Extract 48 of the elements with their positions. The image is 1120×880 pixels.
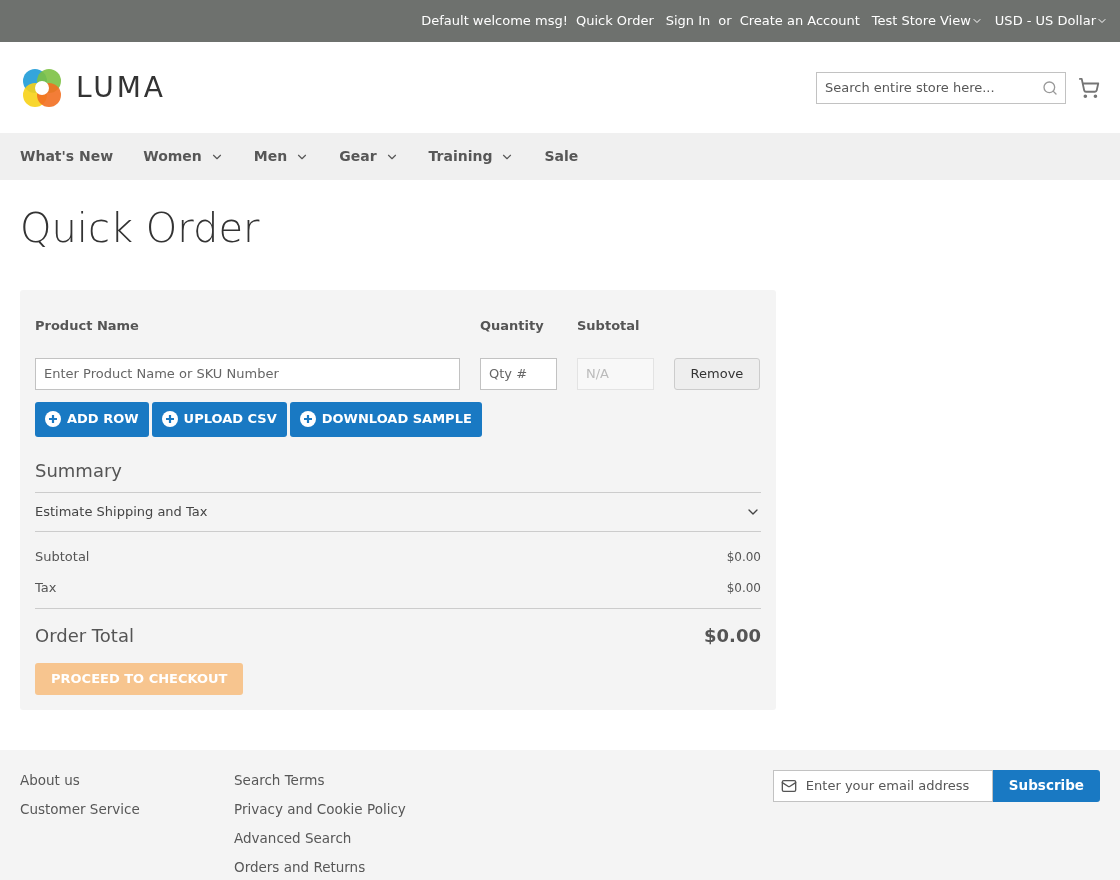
search-icon[interactable] [1042, 79, 1058, 96]
email-field[interactable]: Enter your email address [772, 769, 993, 802]
action-button[interactable]: ADD ROW [35, 401, 149, 437]
column-header: Product Name [35, 317, 140, 335]
total-value: $0.00 [704, 624, 761, 648]
top-link[interactable]: Sign In [665, 11, 711, 31]
total-label: Order Total [35, 624, 134, 648]
nav-item[interactable]: What's New [20, 146, 114, 167]
top-text: or [718, 12, 732, 31]
nav-item[interactable]: Sale [544, 146, 579, 167]
summary-value: $0.00 [726, 549, 761, 566]
footer-link[interactable]: Customer Service [20, 798, 234, 819]
cart-icon[interactable] [1078, 76, 1100, 99]
plus-circle-icon [45, 411, 61, 427]
page-title: Quick Order [19, 204, 261, 253]
top-link[interactable]: Create an Account [739, 11, 860, 31]
summary-label: Subtotal [35, 548, 90, 567]
top-text: Default welcome msg! [421, 12, 568, 31]
estimate-toggle[interactable]: Estimate Shipping and Tax [35, 491, 761, 532]
nav-item[interactable]: Men [253, 146, 310, 167]
action-button[interactable]: UPLOAD CSV [151, 401, 287, 437]
plus-circle-icon [299, 411, 316, 427]
quantity-field[interactable]: Qty # [480, 357, 557, 390]
store-dropdown[interactable]: USD - US Dollar [994, 11, 1108, 31]
top-link[interactable]: Quick Order [575, 11, 654, 31]
mail-icon [780, 777, 797, 794]
product-field[interactable]: Enter Product Name or SKU Number [35, 357, 460, 390]
logo-text: LUMA [76, 69, 166, 106]
remove-button[interactable]: Remove [674, 357, 760, 390]
subscribe-button[interactable]: Subscribe [992, 769, 1100, 802]
footer-link[interactable]: About us [20, 769, 234, 790]
footer-link[interactable]: Privacy and Cookie Policy [234, 798, 773, 819]
nav-item[interactable]: Gear [339, 146, 399, 167]
column-header: Subtotal [577, 317, 640, 335]
plus-circle-icon [161, 411, 178, 427]
column-header: Quantity [480, 317, 545, 335]
search-field[interactable]: Search entire store here... [816, 71, 1066, 104]
summary-title: Summary [35, 458, 123, 483]
store-dropdown[interactable]: Test Store View [871, 11, 983, 31]
footer-link[interactable]: Advanced Search [234, 828, 773, 849]
nav-item[interactable]: Training [428, 146, 515, 167]
summary-label: Tax [35, 579, 57, 598]
subtotal-field: N/A [577, 357, 654, 390]
footer-link[interactable]: Search Terms [234, 769, 773, 790]
summary-value: $0.00 [726, 580, 761, 597]
action-button[interactable]: DOWNLOAD SAMPLE [289, 401, 482, 437]
nav-item[interactable]: Women [143, 146, 224, 167]
footer-link[interactable]: Orders and Returns [234, 857, 773, 878]
